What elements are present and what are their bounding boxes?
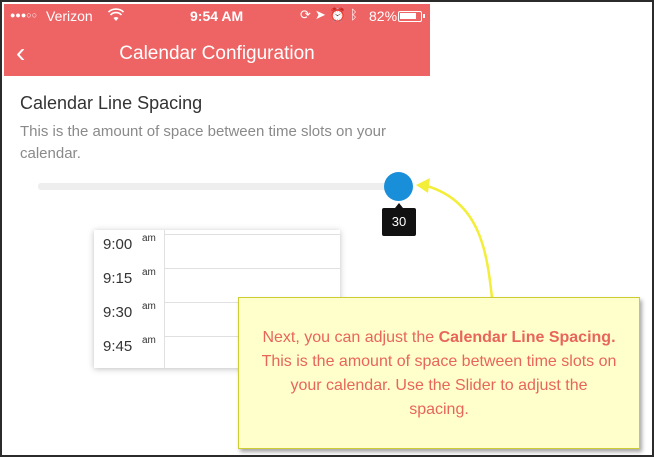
line-spacing-slider-track[interactable] <box>38 183 398 190</box>
calendar-row-ampm: am <box>142 301 156 312</box>
calendar-row-ampm: am <box>142 335 156 346</box>
status-icons: ⟳➤⏰ᛒ <box>300 7 362 23</box>
location-icon: ➤ <box>314 7 330 22</box>
calendar-row-time: 9:00 <box>103 236 133 253</box>
callout-text-intro: Next, you can adjust the <box>262 329 439 346</box>
calendar-row-time: 9:30 <box>103 304 133 321</box>
line-spacing-slider-thumb[interactable] <box>384 172 413 201</box>
callout-text-body: This is the amount of space between time… <box>261 353 617 418</box>
status-bar: ●●●○○ Verizon 9:54 AM ⟳➤⏰ᛒ 82% <box>4 4 430 28</box>
screenshot-frame: ●●●○○ Verizon 9:54 AM ⟳➤⏰ᛒ 82% ‹ Calenda… <box>0 0 654 457</box>
tutorial-callout: Next, you can adjust the Calendar Line S… <box>238 297 640 449</box>
calendar-row-ampm: am <box>142 267 156 278</box>
calendar-row: 9:00 am <box>94 230 340 266</box>
status-time: 9:54 AM <box>190 8 244 24</box>
app-header: ●●●○○ Verizon 9:54 AM ⟳➤⏰ᛒ 82% ‹ Calenda… <box>4 4 430 76</box>
page-title: Calendar Configuration <box>119 43 315 64</box>
alarm-icon: ⏰ <box>329 7 350 22</box>
wifi-icon <box>107 8 125 25</box>
slider-value-tooltip: 30 <box>382 203 416 236</box>
battery-percentage: 82% <box>369 8 398 24</box>
section-title: Calendar Line Spacing <box>20 93 203 113</box>
callout-text-highlight: Calendar Line Spacing. <box>438 329 616 346</box>
calendar-row-time: 9:45 <box>103 338 133 355</box>
bluetooth-icon: ᛒ <box>350 7 362 22</box>
battery-icon <box>398 11 425 22</box>
signal-strength-icon: ●●●○○ <box>10 10 38 20</box>
rotation-lock-icon: ⟳ <box>300 7 315 22</box>
section-description: This is the amount of space between time… <box>20 123 387 162</box>
calendar-row-ampm: am <box>142 233 156 244</box>
calendar-row: 9:15 am <box>94 264 340 300</box>
calendar-row-time: 9:15 <box>103 270 133 287</box>
carrier-name: Verizon <box>46 8 93 24</box>
